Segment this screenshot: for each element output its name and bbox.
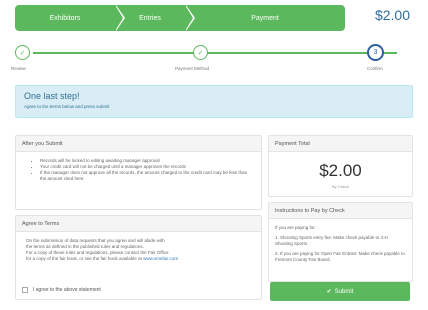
- step-review-check-icon[interactable]: ✓: [15, 45, 30, 60]
- payment-method-label: By Check: [331, 184, 350, 189]
- panel-heading: Agree to Terms: [16, 216, 261, 232]
- breadcrumb-label: Payment: [251, 14, 279, 22]
- step-payment-method-check-icon[interactable]: ✓: [193, 45, 208, 60]
- list-item: If the manager does not approve all the …: [40, 170, 251, 182]
- after-submit-list: Records will be locked to editing awaiti…: [26, 158, 251, 182]
- submit-label: Submit: [334, 288, 354, 295]
- check-circle-icon: ✔: [326, 289, 332, 295]
- instruction-text: 1. Shooting Sports entry fee: Make check…: [275, 235, 388, 246]
- payment-total-panel: Payment Total $2.00 By Check: [268, 135, 413, 197]
- step-label-payment-method: Payment Method: [175, 66, 210, 71]
- agree-checkbox-row[interactable]: I agree to the above statement: [22, 287, 101, 293]
- breadcrumb-item-payment[interactable]: Payment: [185, 5, 345, 31]
- terms-text-last: for a copy of the fair book, or see the …: [26, 256, 251, 262]
- agree-terms-panel: Agree to Terms On the submission of data…: [15, 215, 262, 300]
- after-submit-panel: After you Submit Records will be locked …: [15, 135, 262, 210]
- agree-label[interactable]: I agree to the above statement: [33, 287, 101, 293]
- progress-line: [33, 52, 397, 54]
- terms-text: for a copy of the fair book, or see the …: [26, 256, 142, 261]
- breadcrumb: Exhibitors Entries Payment: [15, 5, 345, 31]
- progress-steps: ✓ Review ✓ Payment Method 3 Confirm: [11, 42, 415, 78]
- breadcrumb-label: Entries: [139, 14, 161, 22]
- breadcrumb-item-exhibitors[interactable]: Exhibitors: [15, 5, 125, 31]
- step-label-confirm: Confirm: [367, 66, 383, 71]
- info-alert: One last step! Agree to the terms below …: [15, 85, 413, 118]
- cart-total-price: $2.00: [374, 7, 410, 23]
- step-label-review: Review: [11, 66, 26, 71]
- payment-total-amount: $2.00: [319, 161, 362, 180]
- step-confirm-number-icon: 3: [367, 44, 384, 61]
- instruction-text: If you are paying for:: [275, 225, 317, 230]
- agree-checkbox[interactable]: [22, 287, 28, 293]
- instructions-panel: Instructions to Pay by Check If you are …: [268, 202, 413, 282]
- breadcrumb-label: Exhibitors: [49, 14, 81, 22]
- panel-heading: Payment Total: [269, 136, 412, 152]
- submit-button[interactable]: ✔ Submit: [270, 282, 410, 301]
- alert-text: Agree to the terms below and press submi…: [24, 104, 110, 109]
- alert-title: One last step!: [24, 91, 80, 101]
- panel-heading: Instructions to Pay by Check: [269, 203, 412, 219]
- fair-website-link[interactable]: www.smefair.com: [143, 256, 178, 261]
- breadcrumb-item-entries[interactable]: Entries: [115, 5, 195, 31]
- panel-heading: After you Submit: [16, 136, 261, 152]
- instruction-text: 2. If you are paying for Open Fair Entri…: [275, 251, 405, 262]
